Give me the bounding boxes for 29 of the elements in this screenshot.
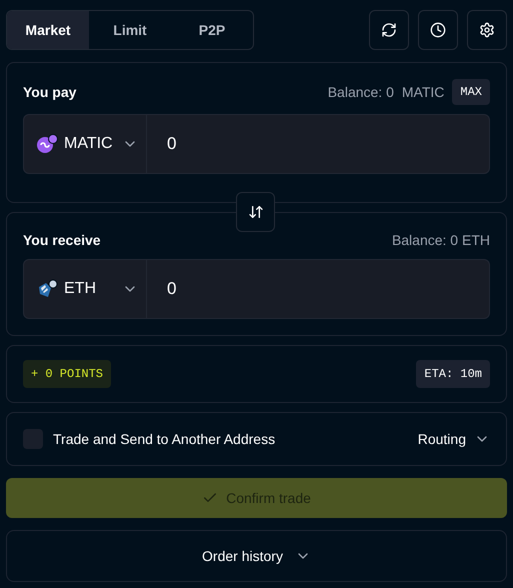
section-title: You receive <box>23 231 101 250</box>
token-coin-icon <box>36 279 58 299</box>
max-button[interactable]: MAX <box>452 79 490 105</box>
swap-direction-button[interactable] <box>236 192 275 232</box>
balance-token: MATIC <box>402 82 444 102</box>
routing-dropdown[interactable]: Routing <box>418 428 490 450</box>
order-history-toggle[interactable]: Order history <box>6 530 507 582</box>
settings-icon <box>479 22 495 38</box>
amount-input[interactable]: 0 <box>147 259 490 319</box>
history-button[interactable] <box>418 10 458 50</box>
token-selector[interactable]: MATIC <box>23 114 147 174</box>
section-title: You pay <box>23 82 76 102</box>
amount-input[interactable]: 0 <box>147 114 490 174</box>
token-selector[interactable]: ETH <box>23 259 147 319</box>
balance-text: Balance: 0 ETH <box>392 231 490 250</box>
checkbox[interactable] <box>23 429 43 449</box>
swap-arrows-icon <box>248 204 264 220</box>
tab[interactable]: P2P <box>171 11 253 49</box>
balance-text: Balance: 0 <box>328 82 394 102</box>
tab[interactable]: Market <box>7 11 89 49</box>
token-coin-icon <box>36 134 58 154</box>
checkbox-label: Trade and Send to Another Address <box>53 430 276 448</box>
refresh-icon <box>381 22 397 38</box>
eta-badge: ETA: 10m <box>416 360 490 388</box>
settings-button[interactable] <box>467 10 507 50</box>
refresh-button[interactable] <box>369 10 409 50</box>
tab[interactable]: Limit <box>89 11 171 49</box>
points-badge: + 0 POINTS <box>23 360 112 388</box>
clock-icon <box>430 22 446 38</box>
